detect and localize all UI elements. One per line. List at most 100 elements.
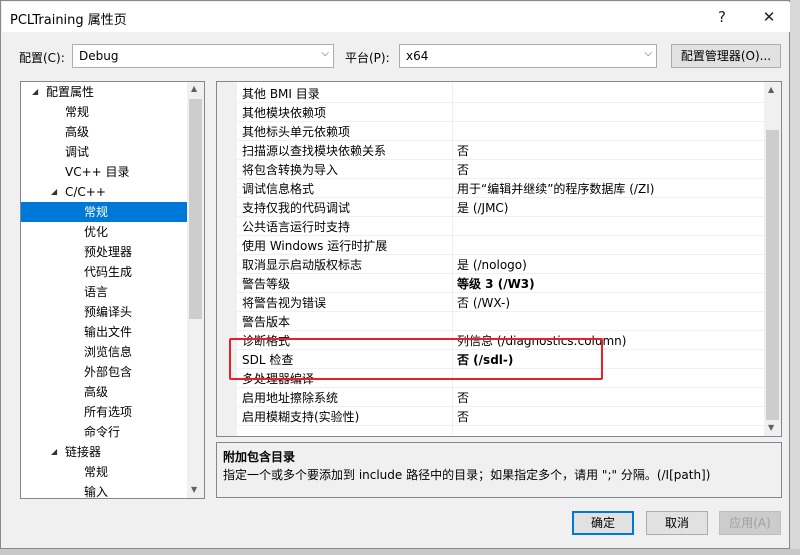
scroll-down-icon[interactable]: ▼	[768, 423, 774, 432]
category-tree: ◢ 配置属性 常规 高级 调试 VC++ 目录 ◢ C/C++ 常规 优化 预处理器 代码生成 语言 预编…	[20, 81, 205, 499]
platform-label: 平台(P):	[345, 51, 390, 65]
tree-item[interactable]: 高级	[21, 122, 187, 142]
config-select[interactable]: Debug ⌵	[72, 44, 334, 68]
tree-scroll-thumb[interactable]	[189, 99, 202, 319]
grid-scrollbar[interactable]: ▲ ▼	[764, 82, 781, 436]
tree-item-label: 优化	[84, 225, 109, 239]
tree-item[interactable]: 输入	[21, 482, 187, 499]
tree-item[interactable]: 所有选项	[21, 402, 187, 422]
property-row[interactable]: 使用 Windows 运行时扩展	[217, 235, 764, 255]
scroll-up-icon[interactable]: ▲	[768, 85, 774, 94]
property-value[interactable]: 用于“编辑并继续”的程序数据库 (/ZI)	[457, 180, 654, 197]
property-row[interactable]: 取消显示启动版权标志 是 (/nologo)	[217, 254, 764, 274]
property-name: 将警告视为错误	[242, 296, 327, 310]
property-value[interactable]: 否 (/WX-)	[457, 294, 510, 311]
tree-item[interactable]: 高级	[21, 382, 187, 402]
expand-toggle-icon[interactable]: ◢	[32, 82, 38, 102]
property-value[interactable]: 等级 3 (/W3)	[457, 275, 535, 292]
tree-item[interactable]: 代码生成	[21, 262, 187, 282]
tree-item-label: 输出文件	[84, 325, 133, 339]
ok-button[interactable]: 确定	[572, 511, 634, 535]
window-title: PCLTraining 属性页	[10, 13, 127, 28]
configuration-manager-button[interactable]: 配置管理器(O)...	[671, 44, 781, 68]
property-name: 启用模糊支持(实验性)	[242, 410, 360, 424]
property-name: 其他 BMI 目录	[242, 87, 320, 101]
expand-toggle-icon[interactable]: ◢	[51, 442, 57, 462]
property-row[interactable]: 警告版本	[217, 311, 764, 331]
property-value[interactable]: 否	[457, 161, 469, 178]
tree-item[interactable]: 常规	[21, 462, 187, 482]
property-row[interactable]: 调试信息格式 用于“编辑并继续”的程序数据库 (/ZI)	[217, 178, 764, 198]
tree-item[interactable]: 预处理器	[21, 242, 187, 262]
annotation-highlight-box	[229, 338, 603, 380]
close-icon[interactable]: ✕	[754, 6, 784, 28]
expand-toggle-icon[interactable]: ◢	[51, 182, 57, 202]
property-row[interactable]: 将警告视为错误 否 (/WX-)	[217, 292, 764, 312]
tree-item[interactable]: ◢ C/C++	[21, 182, 187, 202]
property-name: 警告等级	[242, 277, 291, 291]
tree-item[interactable]: 优化	[21, 222, 187, 242]
tree-item-label: C/C++	[65, 185, 106, 199]
chevron-down-icon: ⌵	[321, 48, 329, 59]
property-row[interactable]: 公共语言运行时支持	[217, 216, 764, 236]
property-value[interactable]: 是 (/nologo)	[457, 256, 527, 273]
platform-select-value: x64	[406, 49, 429, 63]
chevron-down-icon: ⌵	[644, 48, 652, 59]
property-name: 启用地址擦除系统	[242, 391, 339, 405]
property-row[interactable]: 将包含转换为导入 否	[217, 159, 764, 179]
property-value[interactable]: 否	[457, 389, 469, 406]
cancel-button[interactable]: 取消	[646, 511, 708, 535]
tree-item[interactable]: 常规	[21, 202, 187, 222]
tree-item-label: 浏览信息	[84, 345, 133, 359]
tree-scrollbar[interactable]: ▲ ▼	[187, 82, 204, 498]
tree-item-label: 输入	[84, 485, 109, 499]
platform-select[interactable]: x64 ⌵	[399, 44, 657, 68]
tree-item-label: 调试	[65, 145, 90, 159]
apply-button[interactable]: 应用(A)	[719, 511, 781, 535]
tree-item-label: 代码生成	[84, 265, 133, 279]
tree-item[interactable]: 调试	[21, 142, 187, 162]
tree-item-label: 常规	[84, 205, 109, 219]
tree-item-label: 语言	[84, 285, 109, 299]
tree-item[interactable]: ◢ 配置属性	[21, 82, 187, 102]
property-name: 取消显示启动版权标志	[242, 258, 363, 272]
property-value[interactable]: 是 (/JMC)	[457, 199, 509, 216]
property-pages-dialog: PCLTraining 属性页 ? ✕ 配置(C): Debug ⌵ 平台(P)…	[0, 0, 790, 549]
grid-scroll-thumb[interactable]	[766, 130, 779, 420]
property-row[interactable]: 启用模糊支持(实验性) 否	[217, 406, 764, 426]
property-row[interactable]: 其他模块依赖项	[217, 102, 764, 122]
property-name: 其他标头单元依赖项	[242, 125, 351, 139]
title-bar: PCLTraining 属性页 ? ✕	[2, 2, 790, 32]
property-value[interactable]: 否	[457, 408, 469, 425]
property-row[interactable]: 支持仅我的代码调试 是 (/JMC)	[217, 197, 764, 217]
tree-item[interactable]: 外部包含	[21, 362, 187, 382]
tree-item[interactable]: 浏览信息	[21, 342, 187, 362]
tree-item-label: 命令行	[84, 425, 121, 439]
tree-item-label: 常规	[65, 105, 90, 119]
tree-item[interactable]: ◢ 链接器	[21, 442, 187, 462]
tree-item[interactable]: 语言	[21, 282, 187, 302]
tree-item[interactable]: VC++ 目录	[21, 162, 187, 182]
tree-item[interactable]: 输出文件	[21, 322, 187, 342]
property-row[interactable]: 警告等级 等级 3 (/W3)	[217, 273, 764, 293]
scroll-up-icon[interactable]: ▲	[191, 84, 197, 93]
property-row[interactable]: 扫描源以查找模块依赖关系 否	[217, 140, 764, 160]
tree-item-label: 预编译头	[84, 305, 133, 319]
tree-item-label: 高级	[84, 385, 109, 399]
tree-item[interactable]: 命令行	[21, 422, 187, 442]
property-name: 扫描源以查找模块依赖关系	[242, 144, 387, 158]
tree-item[interactable]: 常规	[21, 102, 187, 122]
property-name: 支持仅我的代码调试	[242, 201, 351, 215]
property-value[interactable]: 否	[457, 142, 469, 159]
tree-item[interactable]: 预编译头	[21, 302, 187, 322]
property-name: 公共语言运行时支持	[242, 220, 351, 234]
property-row[interactable]: 启用地址擦除系统 否	[217, 387, 764, 407]
property-name: 将包含转换为导入	[242, 163, 339, 177]
help-icon[interactable]: ?	[707, 6, 737, 28]
scroll-down-icon[interactable]: ▼	[191, 485, 197, 494]
window-shadow-right	[790, 0, 800, 555]
property-row[interactable]: 其他标头单元依赖项	[217, 121, 764, 141]
tree-item-label: 外部包含	[84, 365, 133, 379]
property-row[interactable]: 其他 BMI 目录	[217, 83, 764, 103]
property-name: 其他模块依赖项	[242, 106, 327, 120]
